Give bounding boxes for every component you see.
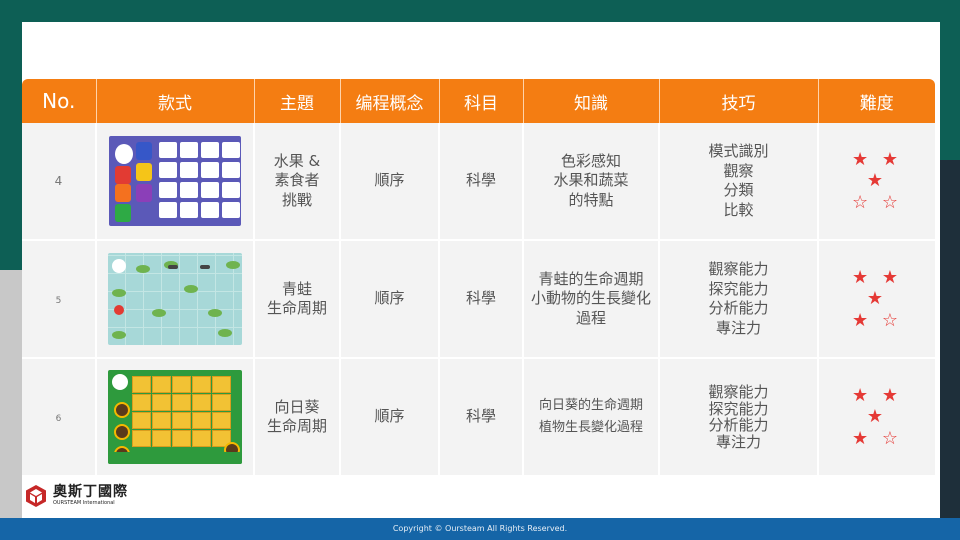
company-logo: 奧斯丁國際 OURSTEAM International [24, 484, 128, 508]
theme-cell: 水果 & 素食者 挑戰 [254, 123, 341, 241]
row-number-text: 4 [54, 174, 63, 189]
logo-chinese-text: 奧斯丁國際 [53, 484, 128, 500]
difficulty-stars: ★ ★ ★ ★ ☆ [842, 385, 912, 450]
style-cell [96, 358, 255, 477]
difficulty-stars: ★ ★ ★ ☆ ☆ [842, 149, 912, 214]
footer-bar: Copyright © Oursteam All Rights Reserved… [0, 518, 960, 540]
skills-cell: 觀察能力 探究能力 分析能力 專注力 [659, 358, 819, 477]
sunflower-lifecycle-board-image [108, 370, 242, 464]
star-mixed-icon: ★ ☆ [852, 309, 902, 331]
star-outline-icon: ☆ ☆ [852, 191, 902, 213]
slide: No. 款式 主題 编程概念 科目 知識 技巧 難度 4 水果 & 素食者 挑戰… [22, 22, 940, 518]
difficulty-cell: ★ ★ ★ ★ ☆ [818, 358, 935, 477]
programming-cell: 順序 [340, 240, 440, 359]
programming-cell: 順序 [340, 123, 440, 241]
header-skills: 技巧 [659, 79, 819, 123]
fruit-veggie-board-image [109, 136, 241, 226]
knowledge-cell: 向日葵的生命週期 植物生長變化過程 [523, 358, 660, 477]
subject-cell: 科學 [439, 123, 524, 241]
style-cell [96, 123, 255, 241]
header-no: No. [22, 79, 97, 123]
knowledge-cell: 青蛙的生命週期 小動物的生長變化過程 [523, 240, 660, 359]
star-filled-icon: ★ ★ ★ [852, 384, 902, 428]
theme-cell: 青蛙 生命周期 [254, 240, 341, 359]
logo-english-text: OURSTEAM International [53, 500, 115, 506]
header-knowledge: 知識 [523, 79, 660, 123]
row-number: 5 [22, 240, 97, 359]
table-row: 5 青蛙 生命周期 順序 科學 青蛙的生命週期 小動物的生長變化過程 觀察能力 … [22, 240, 935, 359]
style-cell [96, 240, 255, 359]
row-number: 4 [22, 123, 97, 241]
header-difficulty: 難度 [818, 79, 935, 123]
logo-cube-icon [24, 484, 48, 508]
skills-cell: 模式識別 觀察 分類 比較 [659, 123, 819, 241]
subject-cell: 科學 [439, 240, 524, 359]
difficulty-cell: ★ ★ ★ ☆ ☆ [818, 123, 935, 241]
star-mixed-icon: ★ ☆ [852, 427, 902, 449]
difficulty-cell: ★ ★ ★ ★ ☆ [818, 240, 935, 359]
frog-lifecycle-board-image [108, 253, 242, 345]
subject-cell: 科學 [439, 358, 524, 477]
skills-cell: 觀察能力 探究能力 分析能力 專注力 [659, 240, 819, 359]
star-filled-icon: ★ ★ ★ [852, 266, 902, 310]
row-number: 6 [22, 358, 97, 477]
knowledge-cell: 色彩感知 水果和蔬菜 的特點 [523, 123, 660, 241]
header-subject: 科目 [439, 79, 524, 123]
table-row: 4 水果 & 素食者 挑戰 順序 科學 色彩感知 水果和蔬菜 的特點 模式識別 … [22, 123, 935, 241]
row-number-text: 6 [55, 414, 62, 425]
table-row: 6 向日葵 生命周期 順序 科學 向日葵的生命週期 植物生長變化過程 觀察能力 … [22, 358, 935, 477]
header-programming: 编程概念 [340, 79, 440, 123]
header-theme: 主題 [254, 79, 341, 123]
copyright-text: Copyright © Oursteam All Rights Reserved… [392, 524, 568, 533]
difficulty-stars: ★ ★ ★ ★ ☆ [842, 267, 912, 332]
table-header-row: No. 款式 主題 编程概念 科目 知識 技巧 難度 [22, 79, 935, 123]
curriculum-table: No. 款式 主題 编程概念 科目 知識 技巧 難度 4 水果 & 素食者 挑戰… [22, 79, 935, 477]
header-style: 款式 [96, 79, 255, 123]
programming-cell: 順序 [340, 358, 440, 477]
star-filled-icon: ★ ★ ★ [852, 148, 902, 192]
theme-cell: 向日葵 生命周期 [254, 358, 341, 477]
row-number-text: 5 [55, 296, 62, 307]
